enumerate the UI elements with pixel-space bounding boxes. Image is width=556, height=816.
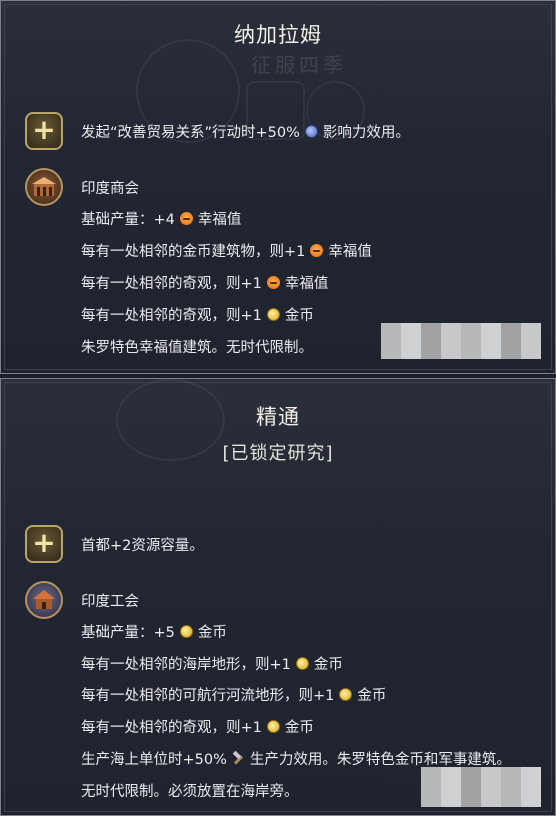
adjacency-unit: 金币	[313, 657, 343, 673]
adjacency-text: 每有一处相邻的金币建筑物，则+1	[81, 244, 306, 260]
yield-unit: 金币	[197, 625, 227, 641]
watermark-text: 征服四季	[251, 53, 347, 77]
influence-globe-icon	[304, 125, 318, 138]
adjacency-unit: 幸福值	[328, 244, 372, 260]
adjacency-text: 每有一处相邻的奇观，则+1	[81, 720, 262, 736]
plus-icon: +	[25, 112, 63, 150]
gold-coin-icon	[179, 625, 193, 638]
adjacency-text: 每有一处相邻的海岸地形，则+1	[81, 657, 291, 673]
adjacency-unit: 金币	[357, 688, 387, 704]
production-text: 生产海上单位时+50%	[81, 752, 227, 768]
bonus-description: 首都+2资源容量。	[81, 538, 204, 554]
obscured-region	[421, 767, 541, 807]
gold-coin-icon	[295, 657, 309, 670]
bonus-suffix: 影响力效用。	[322, 125, 410, 141]
tooltip-panel-mastery: 精通 [已锁定研究] + 首都+2资源容量。 印度工会 基础产量：+5 金币 每…	[0, 378, 556, 816]
gold-coin-icon	[266, 308, 280, 321]
building-note: 朱罗特色幸福值建筑。无时代限制。	[81, 340, 313, 356]
building-name: 印度商会	[81, 181, 139, 197]
building-name: 印度工会	[81, 594, 139, 610]
production-hammer-icon	[232, 752, 245, 765]
happiness-icon	[266, 276, 280, 289]
happiness-icon	[179, 212, 193, 225]
yield-text: 基础产量：+4	[81, 212, 175, 228]
bonus-description: 发起“改善贸易关系”行动时+50% 影响力效用。	[81, 121, 410, 142]
plus-icon: +	[25, 525, 63, 563]
adjacency-unit: 金币	[284, 308, 314, 324]
tooltip-panel-nagaram: 征服四季 纳加拉姆 + 发起“改善贸易关系”行动时+50% 影响力效用。 印度商…	[0, 0, 556, 374]
adjacency-line: 每有一处相邻的奇观，则+1 幸福值	[81, 272, 328, 293]
trade-house-icon	[25, 168, 63, 206]
building-note: 无时代限制。必须放置在海岸旁。	[81, 784, 299, 800]
obscured-region	[381, 323, 541, 359]
yield-text: 基础产量：+5	[81, 625, 175, 641]
yield-line: 基础产量：+4 幸福值	[81, 208, 241, 229]
yield-unit: 幸福值	[197, 212, 242, 228]
locked-research-label: [已锁定研究]	[222, 443, 334, 464]
panel-title: 纳加拉姆	[234, 23, 322, 47]
adjacency-unit: 金币	[284, 720, 314, 736]
adjacency-line: 每有一处相邻的奇观，则+1 金币	[81, 304, 314, 325]
production-unit: 生产力效用。朱罗特色金币和军事建筑。	[249, 752, 511, 768]
adjacency-line: 每有一处相邻的可航行河流地形，则+1 金币	[81, 684, 386, 705]
happiness-icon	[310, 244, 324, 257]
adjacency-text: 每有一处相邻的奇观，则+1	[81, 276, 262, 292]
yield-line: 基础产量：+5 金币	[81, 621, 227, 642]
production-line: 生产海上单位时+50% 生产力效用。朱罗特色金币和军事建筑。	[81, 748, 511, 769]
adjacency-line: 每有一处相邻的奇观，则+1 金币	[81, 716, 314, 737]
adjacency-unit: 幸福值	[284, 276, 329, 292]
panel-title: 精通	[256, 405, 300, 429]
adjacency-text: 每有一处相邻的奇观，则+1	[81, 308, 262, 324]
adjacency-line: 每有一处相邻的海岸地形，则+1 金币	[81, 653, 343, 674]
adjacency-line: 每有一处相邻的金币建筑物，则+1 幸福值	[81, 240, 372, 261]
gold-coin-icon	[339, 688, 353, 701]
bonus-text: 发起“改善贸易关系”行动时+50%	[81, 125, 300, 141]
adjacency-text: 每有一处相邻的可航行河流地形，则+1	[81, 688, 335, 704]
guild-house-icon	[25, 581, 63, 619]
gold-coin-icon	[266, 720, 280, 733]
